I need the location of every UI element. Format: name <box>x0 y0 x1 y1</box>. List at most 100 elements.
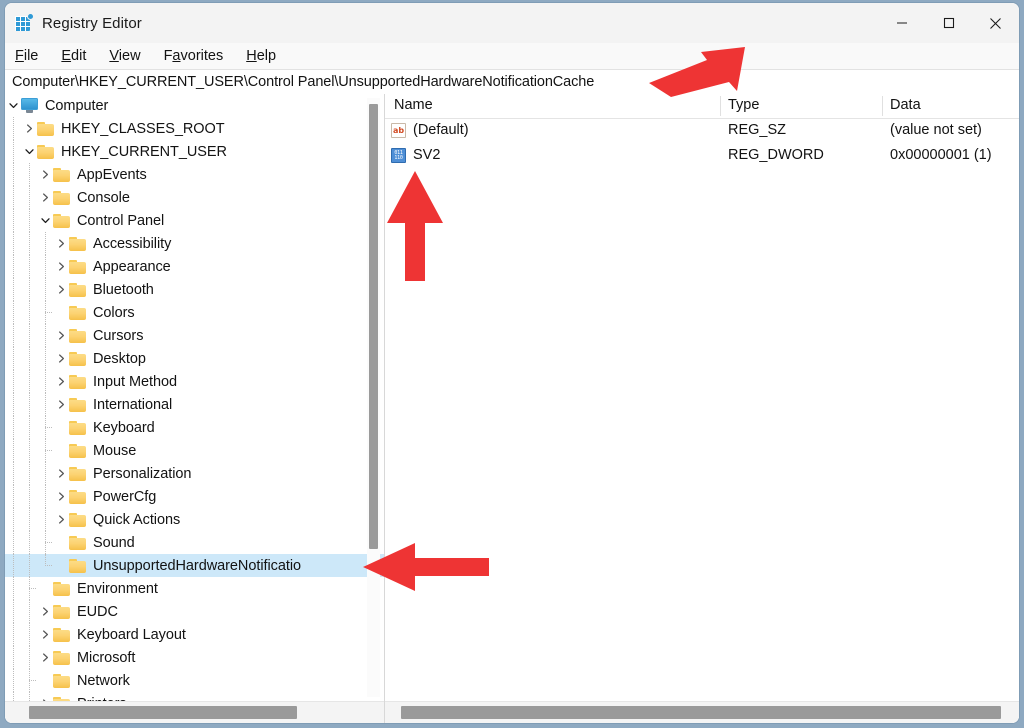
chevron-right-icon[interactable] <box>53 278 69 301</box>
tree-item-environment[interactable]: Environment <box>5 577 384 600</box>
list-horizontal-scrollbar-thumb[interactable] <box>401 706 1001 719</box>
tree-vertical-scrollbar-thumb[interactable] <box>369 104 378 549</box>
tree-indent-guide <box>37 255 53 278</box>
value-row[interactable]: ab (Default) REG_SZ (value not set) <box>385 119 1019 144</box>
tree-item-label: Microsoft <box>77 649 136 666</box>
chevron-down-icon[interactable] <box>37 209 53 232</box>
tree-indent-guide <box>37 531 53 554</box>
chevron-right-icon[interactable] <box>37 646 53 669</box>
chevron-right-icon[interactable] <box>37 163 53 186</box>
tree-item-hkey-current-user[interactable]: HKEY_CURRENT_USER <box>5 140 384 163</box>
tree-indent-guide <box>5 347 21 370</box>
tree-horizontal-scrollbar-thumb[interactable] <box>29 706 297 719</box>
tree-item-keyboard[interactable]: Keyboard <box>5 416 384 439</box>
menu-item-favorites[interactable]: Favorites <box>164 48 224 64</box>
tree-item-label: Network <box>77 672 130 689</box>
chevron-right-icon[interactable] <box>53 393 69 416</box>
column-header-data[interactable]: Data <box>890 97 921 113</box>
registry-tree[interactable]: Computer HKEY_CLASSES_ROOT HKEY_CURRENT_US… <box>5 94 384 701</box>
chevron-right-icon[interactable] <box>53 485 69 508</box>
tree-horizontal-scrollbar[interactable] <box>5 701 384 723</box>
tree-indent-guide <box>21 370 37 393</box>
maximize-icon[interactable] <box>925 3 972 43</box>
chevron-right-icon[interactable] <box>37 186 53 209</box>
tree-item-personalization[interactable]: Personalization <box>5 462 384 485</box>
folder-icon <box>69 328 86 343</box>
tree-item-hkey-classes-root[interactable]: HKEY_CLASSES_ROOT <box>5 117 384 140</box>
tree-item-bluetooth[interactable]: Bluetooth <box>5 278 384 301</box>
tree-item-control-panel[interactable]: Control Panel <box>5 209 384 232</box>
value-row[interactable]: 011 110 SV2 REG_DWORD 0x00000001 (1) <box>385 144 1019 169</box>
tree-item-console[interactable]: Console <box>5 186 384 209</box>
tree-item-quick-actions[interactable]: Quick Actions <box>5 508 384 531</box>
chevron-right-icon[interactable] <box>53 508 69 531</box>
tree-indent-guide <box>21 508 37 531</box>
menu-item-edit[interactable]: Edit <box>61 48 86 64</box>
column-header-type[interactable]: Type <box>728 97 759 113</box>
chevron-right-icon[interactable] <box>53 370 69 393</box>
tree-item-input-method[interactable]: Input Method <box>5 370 384 393</box>
main-content: Computer HKEY_CLASSES_ROOT HKEY_CURRENT_US… <box>5 94 1019 723</box>
chevron-right-icon[interactable] <box>53 324 69 347</box>
chevron-right-icon[interactable] <box>53 255 69 278</box>
tree-item-colors[interactable]: Colors <box>5 301 384 324</box>
values-list[interactable]: ab (Default) REG_SZ (value not set) 011 110 SV… <box>385 119 1019 169</box>
menu-item-file[interactable]: File <box>15 48 38 64</box>
tree-item-unsupportedhardwarenotificatio[interactable]: UnsupportedHardwareNotificatio <box>5 554 384 577</box>
list-horizontal-scrollbar[interactable] <box>385 701 1019 723</box>
column-divider[interactable] <box>882 96 883 116</box>
tree-item-mouse[interactable]: Mouse <box>5 439 384 462</box>
chevron-right-icon[interactable] <box>53 347 69 370</box>
menu-item-help[interactable]: Help <box>246 48 276 64</box>
tree-item-desktop[interactable]: Desktop <box>5 347 384 370</box>
chevron-right-icon[interactable] <box>37 692 53 701</box>
menu-item-view[interactable]: View <box>109 48 140 64</box>
registry-editor-window: Registry Editor File Edit View Favorites… <box>4 2 1020 724</box>
address-bar[interactable]: Computer\HKEY_CURRENT_USER\Control Panel… <box>5 70 1019 95</box>
close-icon[interactable] <box>972 3 1019 43</box>
tree-item-accessibility[interactable]: Accessibility <box>5 232 384 255</box>
minimize-icon[interactable] <box>878 3 925 43</box>
tree-indent-guide <box>37 439 53 462</box>
folder-icon <box>53 650 70 665</box>
column-divider[interactable] <box>720 96 721 116</box>
chevron-right-icon[interactable] <box>21 117 37 140</box>
tree-indent-guide <box>37 508 53 531</box>
folder-icon <box>69 512 86 527</box>
tree-indent-guide <box>37 416 53 439</box>
tree-item-printers[interactable]: Printers <box>5 692 384 701</box>
tree-item-appearance[interactable]: Appearance <box>5 255 384 278</box>
tree-item-powercfg[interactable]: PowerCfg <box>5 485 384 508</box>
chevron-down-icon[interactable] <box>21 140 37 163</box>
chevron-right-icon[interactable] <box>53 462 69 485</box>
tree-item-label: AppEvents <box>77 166 147 183</box>
tree-item-sound[interactable]: Sound <box>5 531 384 554</box>
tree-indent-guide <box>5 209 21 232</box>
chevron-down-icon[interactable] <box>5 94 21 117</box>
tree-item-label: Keyboard <box>93 419 155 436</box>
tree-item-cursors[interactable]: Cursors <box>5 324 384 347</box>
tree-indent-guide <box>5 232 21 255</box>
tree-item-network[interactable]: Network <box>5 669 384 692</box>
chevron-right-icon[interactable] <box>53 232 69 255</box>
tree-vertical-scrollbar[interactable] <box>367 98 380 697</box>
tree-item-label: Sound <box>93 534 135 551</box>
chevron-right-icon[interactable] <box>37 600 53 623</box>
tree-item-computer[interactable]: Computer <box>5 94 384 117</box>
string-value-icon: ab <box>391 123 407 139</box>
tree-indent-guide <box>5 117 21 140</box>
tree-indent-guide <box>5 416 21 439</box>
tree-item-appevents[interactable]: AppEvents <box>5 163 384 186</box>
column-header-name[interactable]: Name <box>394 97 433 113</box>
tree-item-keyboard-layout[interactable]: Keyboard Layout <box>5 623 384 646</box>
chevron-right-icon[interactable] <box>37 623 53 646</box>
tree-indent-guide <box>21 577 37 600</box>
tree-item-international[interactable]: International <box>5 393 384 416</box>
tree-indent-guide <box>5 439 21 462</box>
tree-indent-guide <box>21 439 37 462</box>
tree-item-eudc[interactable]: EUDC <box>5 600 384 623</box>
tree-item-microsoft[interactable]: Microsoft <box>5 646 384 669</box>
